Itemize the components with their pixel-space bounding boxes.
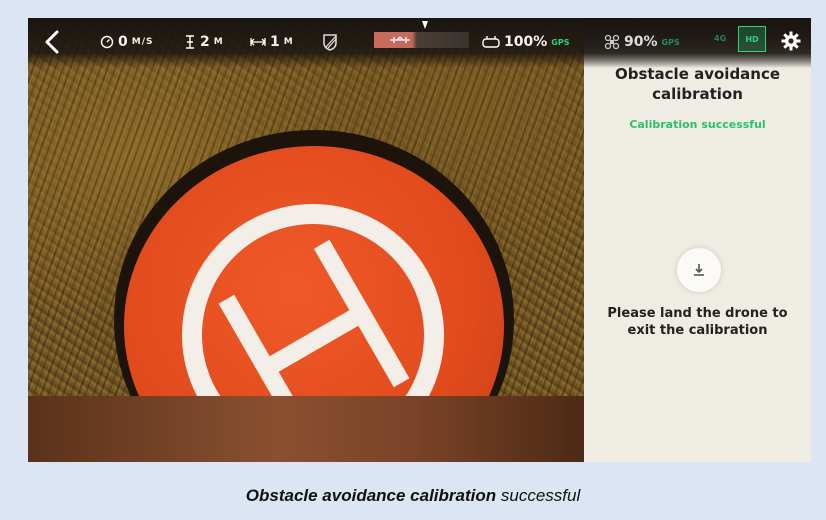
- panel-title-line2: calibration: [652, 85, 743, 103]
- drone-battery: 90% GPS: [604, 34, 680, 50]
- distance-value: 1: [270, 34, 280, 50]
- distance-readout: 1 M: [250, 34, 294, 50]
- height-readout: 2 M: [184, 34, 224, 50]
- obstacle-off-icon: [323, 34, 337, 51]
- attitude-indicator: [374, 32, 469, 48]
- figure-caption: Obstacle avoidance calibration successfu…: [0, 486, 826, 506]
- land-instruction-line2: exit the calibration: [627, 323, 768, 338]
- controller-battery: 100% GPS: [482, 34, 569, 50]
- land-button[interactable]: [677, 248, 721, 292]
- land-icon: [694, 264, 704, 276]
- camera-feed: [28, 18, 584, 462]
- speedometer-icon: [100, 35, 114, 49]
- height-unit: M: [213, 37, 224, 47]
- signal-indicator: 4G: [714, 34, 726, 43]
- back-button[interactable]: [40, 28, 64, 56]
- height-value: 2: [200, 34, 210, 50]
- speed-readout: 0 M/S: [100, 34, 153, 50]
- drone-icon: [604, 34, 620, 50]
- obstacle-avoidance-toggle[interactable]: [320, 31, 340, 51]
- distance-unit: M: [283, 37, 294, 47]
- telemetry-bar: 0 M/S 2 M 1 M 100% GPS 90% GPS 4G HD: [28, 18, 811, 68]
- distance-icon: [250, 38, 266, 46]
- land-instruction: Please land the drone to exit the calibr…: [584, 305, 811, 339]
- gear-icon: [781, 31, 801, 51]
- altitude-icon: [186, 35, 194, 49]
- panel-title: Obstacle avoidance calibration: [584, 64, 811, 104]
- speed-unit: M/S: [131, 37, 154, 47]
- hd-indicator: HD: [738, 26, 766, 52]
- back-chevron-icon: [45, 30, 59, 54]
- drone-battery-value: 90%: [624, 34, 658, 50]
- calibration-panel: Obstacle avoidance calibration Calibrati…: [584, 18, 811, 462]
- land-instruction-line1: Please land the drone to: [607, 306, 788, 321]
- caption-rest: successful: [496, 486, 581, 505]
- controller-battery-value: 100%: [504, 34, 548, 50]
- speed-value: 0: [118, 34, 128, 50]
- calibration-status: Calibration successful: [629, 118, 766, 131]
- drone-gps-label: GPS: [661, 37, 680, 47]
- signal-label: 4G: [714, 34, 727, 43]
- settings-button[interactable]: [780, 30, 802, 52]
- hd-label: HD: [745, 34, 759, 44]
- drone-silhouette-icon: [390, 36, 410, 43]
- app-screen: Obstacle avoidance calibration Calibrati…: [28, 18, 811, 462]
- caption-bold: Obstacle avoidance calibration: [245, 486, 497, 505]
- controller-icon: [482, 36, 500, 48]
- heading-marker-icon: [422, 21, 428, 29]
- controller-gps-label: GPS: [551, 37, 570, 47]
- camera-bottom-overlay: [28, 396, 584, 462]
